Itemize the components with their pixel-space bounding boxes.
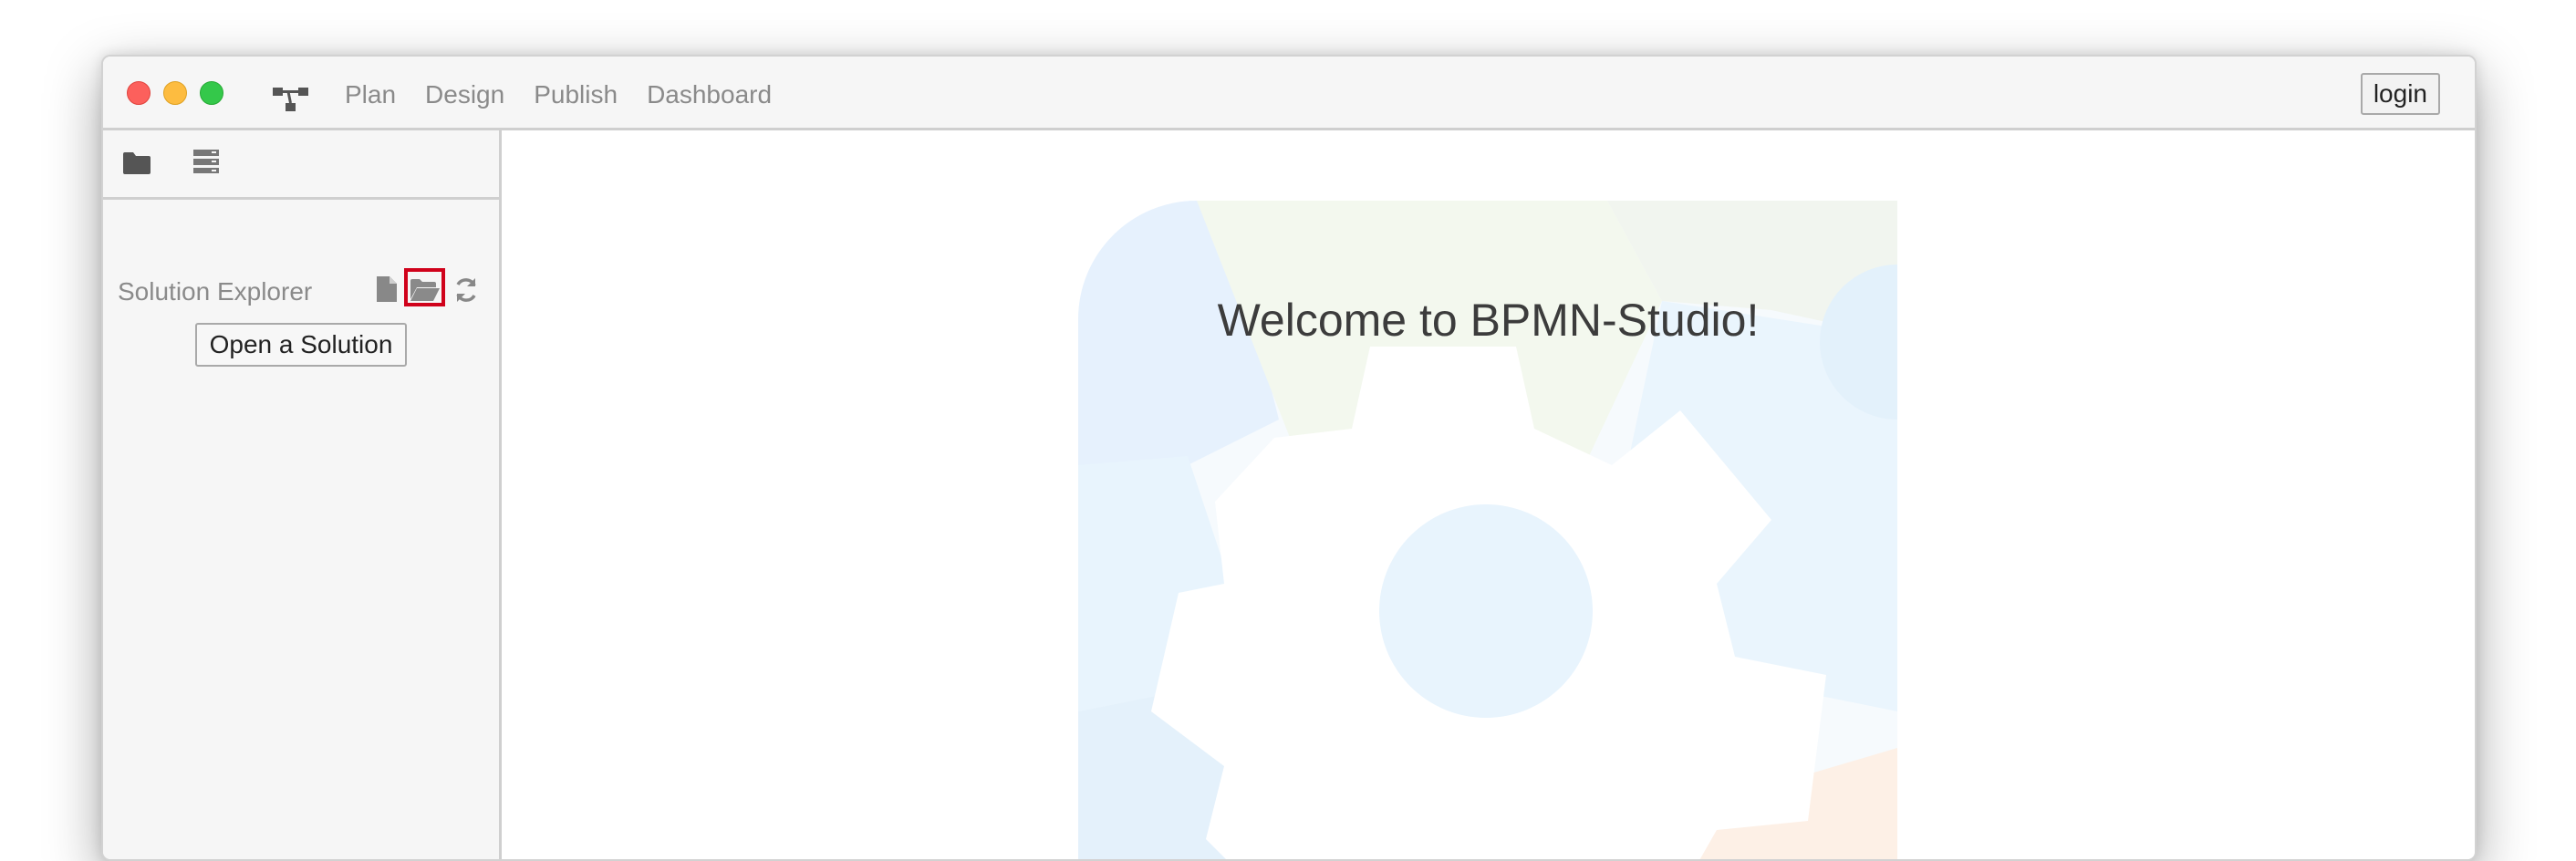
welcome-heading: Welcome to BPMN-Studio! <box>1217 295 1760 346</box>
folder-icon[interactable] <box>123 152 151 174</box>
new-file-icon[interactable] <box>377 276 397 302</box>
main-content: Welcome to BPMN-Studio! <box>502 130 2475 859</box>
highlight-box <box>404 268 445 306</box>
sidebar-toolbar <box>103 130 499 200</box>
close-window-button[interactable] <box>127 81 151 105</box>
server-icon[interactable] <box>193 149 219 174</box>
main-nav: Plan Design Publish Dashboard <box>345 77 772 113</box>
nav-plan[interactable]: Plan <box>345 77 396 113</box>
title-bar: Plan Design Publish Dashboard login <box>103 57 2475 130</box>
login-button[interactable]: login <box>2360 73 2440 115</box>
sidebar: Solution Explorer Open a Solution <box>103 130 502 859</box>
nav-design[interactable]: Design <box>425 77 504 113</box>
app-window: Plan Design Publish Dashboard login Solu… <box>101 55 2477 861</box>
hierarchy-logo-icon[interactable] <box>273 82 309 113</box>
open-solution-button[interactable]: Open a Solution <box>195 323 407 367</box>
refresh-icon[interactable] <box>452 276 480 304</box>
nav-dashboard[interactable]: Dashboard <box>647 77 772 113</box>
minimize-window-button[interactable] <box>163 81 187 105</box>
solution-explorer-title: Solution Explorer <box>118 277 313 306</box>
maximize-window-button[interactable] <box>200 81 223 105</box>
nav-publish[interactable]: Publish <box>534 77 618 113</box>
